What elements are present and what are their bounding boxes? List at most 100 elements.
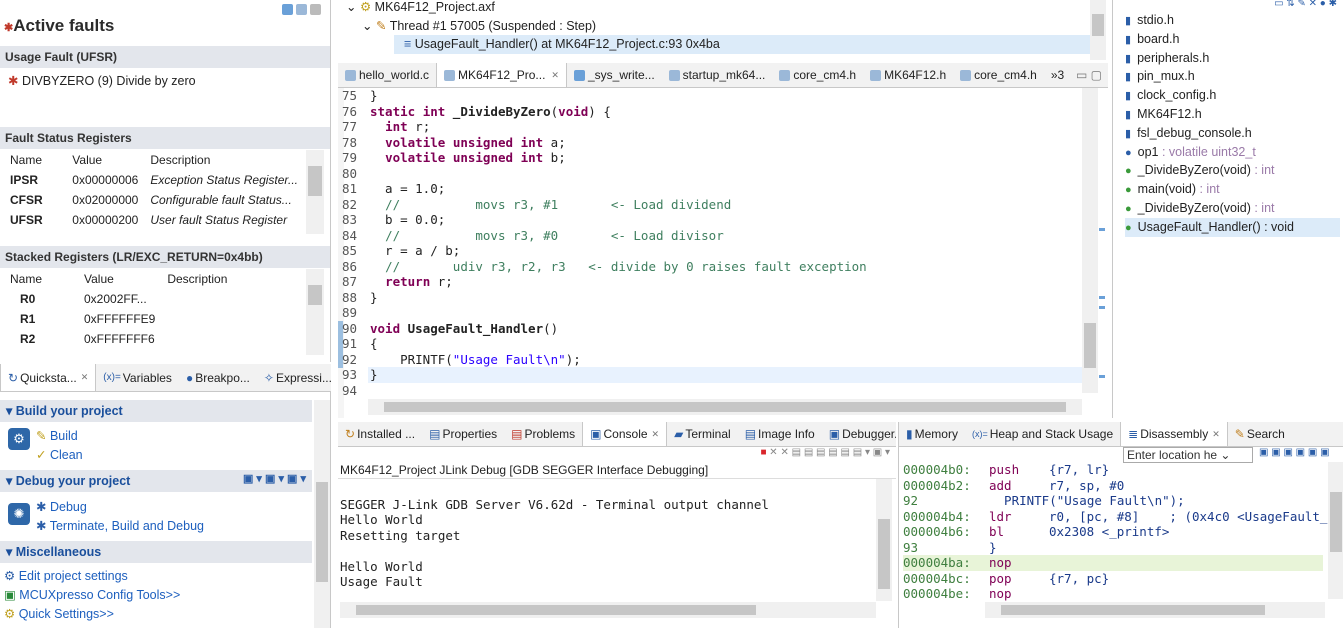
- tab-heap-stack[interactable]: (x)= Heap and Stack Usage: [965, 422, 1120, 446]
- fsr-scrollbar[interactable]: [306, 150, 324, 234]
- code-line[interactable]: 89: [342, 305, 1082, 321]
- outline-item[interactable]: ● op1 : volatile uint32_t: [1125, 143, 1340, 162]
- outline-item[interactable]: ● _DivideByZero(void) : int: [1125, 161, 1340, 180]
- table-row[interactable]: R2 0xFFFFFFF6: [4, 329, 304, 349]
- disassembly-hscrollbar[interactable]: [985, 602, 1325, 618]
- table-row[interactable]: IPSR 0x00000006 Exception Status Registe…: [4, 170, 304, 190]
- code-editor[interactable]: 75} 76 static int _DivideByZero(void) {77 …: [338, 88, 1108, 418]
- tab-mk64f12-project[interactable]: MK64F12_Pro... ✕: [436, 63, 567, 87]
- debug-tree-scrollbar[interactable]: [1090, 0, 1106, 60]
- console-vscrollbar[interactable]: [876, 479, 892, 601]
- minimize-icon[interactable]: ▭ ▢: [1076, 68, 1108, 82]
- table-row[interactable]: R0 0x2002FF...: [4, 289, 304, 309]
- quickstart-scrollbar[interactable]: [314, 400, 330, 628]
- clean-link[interactable]: ✓ Clean: [36, 447, 83, 462]
- outline-item[interactable]: ● _DivideByZero(void) : int: [1125, 199, 1340, 218]
- disassembly-line[interactable]: 000004b0: push {r7, lr}: [903, 462, 1323, 478]
- code-line[interactable]: 84 // movs r3, #0 <- Load divisor: [342, 228, 1082, 244]
- usage-fault-item[interactable]: ✱ DIVBYZERO (9) Divide by zero: [8, 73, 196, 88]
- console-hscrollbar[interactable]: [340, 602, 876, 618]
- tab-memory[interactable]: ▮ Memory: [899, 422, 965, 446]
- tab-startup[interactable]: startup_mk64...: [662, 63, 773, 87]
- code-line[interactable]: 86 // udiv r3, r2, r3 <- divide by 0 rai…: [342, 259, 1082, 275]
- disassembly-line[interactable]: 000004bc: pop {r7, pc}: [903, 571, 1323, 587]
- toolbar-icon[interactable]: [296, 4, 307, 16]
- tab-debugger[interactable]: ▣Debugger...: [822, 422, 896, 446]
- code-line[interactable]: 85 r = a / b;: [342, 243, 1082, 259]
- debug-link[interactable]: ✱ Debug: [36, 499, 87, 514]
- tab-terminal[interactable]: ▰ Terminal: [667, 422, 738, 446]
- toolbar-icon[interactable]: [282, 4, 293, 16]
- code-line[interactable]: 77 int r;: [342, 119, 1082, 135]
- code-line[interactable]: 81 a = 1.0;: [342, 181, 1082, 197]
- tab-quickstart[interactable]: ↻ Quicksta... ✕: [0, 364, 97, 391]
- outline-item[interactable]: ● main(void) : int: [1125, 180, 1340, 199]
- code-line[interactable]: 91{: [342, 336, 1082, 352]
- outline-item[interactable]: ▮ peripherals.h: [1125, 49, 1340, 68]
- editor-hscrollbar[interactable]: [368, 399, 1082, 415]
- tab-search[interactable]: ✎ Search: [1228, 422, 1292, 446]
- tree-item-stack-frame[interactable]: ≡ UsageFault_Handler() at MK64F12_Projec…: [394, 35, 1092, 54]
- terminate-build-debug-link[interactable]: ✱ Terminate, Build and Debug: [36, 518, 204, 533]
- tab-hello-world[interactable]: hello_world.c: [338, 63, 436, 87]
- debug-section-header[interactable]: ▾ Debug your project ▣ ▾ ▣ ▾ ▣ ▾: [0, 470, 312, 492]
- config-tools-link[interactable]: ▣ MCUXpresso Config Tools>>: [4, 587, 180, 602]
- outline-item[interactable]: ▮ pin_mux.h: [1125, 67, 1340, 86]
- disassembly-line[interactable]: 000004b4: ldr r0, [pc, #8] ; (0x4c0 <Usage…: [903, 509, 1327, 525]
- disassembly-line[interactable]: 000004ba: nop: [903, 555, 1323, 571]
- disassembly-line[interactable]: 93}: [903, 540, 1323, 556]
- table-row[interactable]: CFSR 0x02000000 Configurable fault Statu…: [4, 190, 304, 210]
- edit-project-settings-link[interactable]: ⚙ Edit project settings: [4, 568, 128, 583]
- tree-item-project[interactable]: ⌄ ⚙ MK64F12_Project.axf: [346, 0, 495, 14]
- code-line[interactable]: 93}: [342, 367, 1082, 383]
- code-line[interactable]: 90 void UsageFault_Handler(): [342, 321, 1082, 337]
- tab-disassembly[interactable]: ≣ Disassembly ✕: [1120, 422, 1228, 446]
- code-line[interactable]: 76 static int _DivideByZero(void) {: [342, 104, 1082, 120]
- tab-core-cm4-2[interactable]: core_cm4.h: [953, 63, 1044, 87]
- build-section-header[interactable]: ▾ Build your project: [0, 400, 312, 422]
- tab-overflow[interactable]: »3: [1044, 63, 1071, 87]
- menu-icon[interactable]: [310, 4, 321, 16]
- console-output[interactable]: SEGGER J-Link GDB Server V6.62d - Termin…: [340, 481, 870, 590]
- code-line[interactable]: 87 return r;: [342, 274, 1082, 290]
- code-line[interactable]: 82 // movs r3, #1 <- Load dividend: [342, 197, 1082, 213]
- outline-item[interactable]: ▮ MK64F12.h: [1125, 105, 1340, 124]
- tab-problems[interactable]: ▤ Problems: [504, 422, 582, 446]
- tab-installed[interactable]: ↻ Installed ...: [338, 422, 422, 446]
- table-row[interactable]: UFSR 0x00000200 User fault Status Regist…: [4, 210, 304, 230]
- code-line[interactable]: 92 PRINTF("Usage Fault\n");: [342, 352, 1082, 368]
- tab-sys-write[interactable]: _sys_write...: [567, 63, 662, 87]
- code-line[interactable]: 78 volatile unsigned int a;: [342, 135, 1082, 151]
- tab-properties[interactable]: ▤ Properties: [422, 422, 504, 446]
- tab-breakpoints[interactable]: ● Breakpo...: [179, 364, 257, 391]
- editor-vscrollbar[interactable]: [1082, 88, 1098, 393]
- tab-core-cm4[interactable]: core_cm4.h: [772, 63, 863, 87]
- disassembly-line[interactable]: 000004b2: add r7, sp, #0: [903, 478, 1323, 494]
- code-line[interactable]: 94: [342, 383, 1082, 399]
- debug-toolbar-icons[interactable]: ▣ ▾ ▣ ▾ ▣ ▾: [243, 472, 306, 485]
- code-line[interactable]: 83 b = 0.0;: [342, 212, 1082, 228]
- code-line[interactable]: 88}: [342, 290, 1082, 306]
- outline-item[interactable]: ▮ board.h: [1125, 30, 1340, 49]
- tab-mk64f12-h[interactable]: MK64F12.h: [863, 63, 953, 87]
- outline-item[interactable]: ▮ stdio.h: [1125, 11, 1340, 30]
- disassembly-vscrollbar[interactable]: [1328, 462, 1343, 599]
- table-row[interactable]: R1 0xFFFFFFE9: [4, 309, 304, 329]
- outline-toolbar[interactable]: ▭ ⇅ ✎ ✕ ● ✱: [1274, 0, 1337, 9]
- location-input[interactable]: Enter location he ⌄: [1123, 447, 1253, 463]
- outline-item[interactable]: ▮ clock_config.h: [1125, 86, 1340, 105]
- code-line[interactable]: 79 volatile unsigned int b;: [342, 150, 1082, 166]
- tab-expressions[interactable]: ✧ Expressi...: [257, 364, 331, 391]
- disassembly-line[interactable]: 000004be: nop: [903, 586, 1323, 602]
- disassembly-toolbar[interactable]: ▣ ▣ ▣ ▣ ▣ ▣: [1259, 447, 1330, 458]
- code-line[interactable]: 75}: [342, 88, 1082, 104]
- tab-image-info[interactable]: ▤ Image Info: [738, 422, 822, 446]
- misc-section-header[interactable]: ▾ Miscellaneous: [0, 541, 312, 563]
- quick-settings-link[interactable]: ⚙ Quick Settings>>: [4, 606, 114, 621]
- tab-console[interactable]: ▣ Console ✕: [582, 422, 668, 446]
- tree-item-thread[interactable]: ⌄ ✎ Thread #1 57005 (Suspended : Step): [362, 18, 596, 33]
- build-link[interactable]: ✎ Build: [36, 428, 78, 443]
- disassembly-line[interactable]: 000004b6: bl 0x2308 <_printf>: [903, 524, 1323, 540]
- disassembly-line[interactable]: 92 PRINTF("Usage Fault\n");: [903, 493, 1323, 509]
- code-line[interactable]: 80: [342, 166, 1082, 182]
